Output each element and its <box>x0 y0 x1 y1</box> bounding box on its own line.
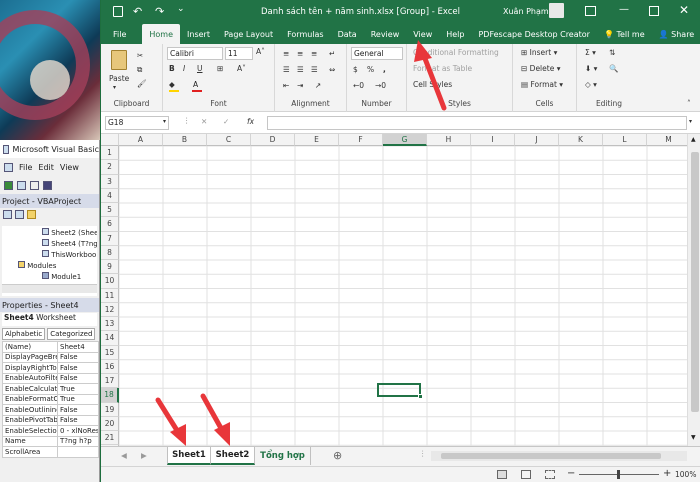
arrow-to-view-tab <box>414 40 447 111</box>
arrow-to-sheet1 <box>155 397 186 446</box>
arrow-to-sheet2 <box>200 393 230 446</box>
annotation-arrows <box>155 40 447 446</box>
